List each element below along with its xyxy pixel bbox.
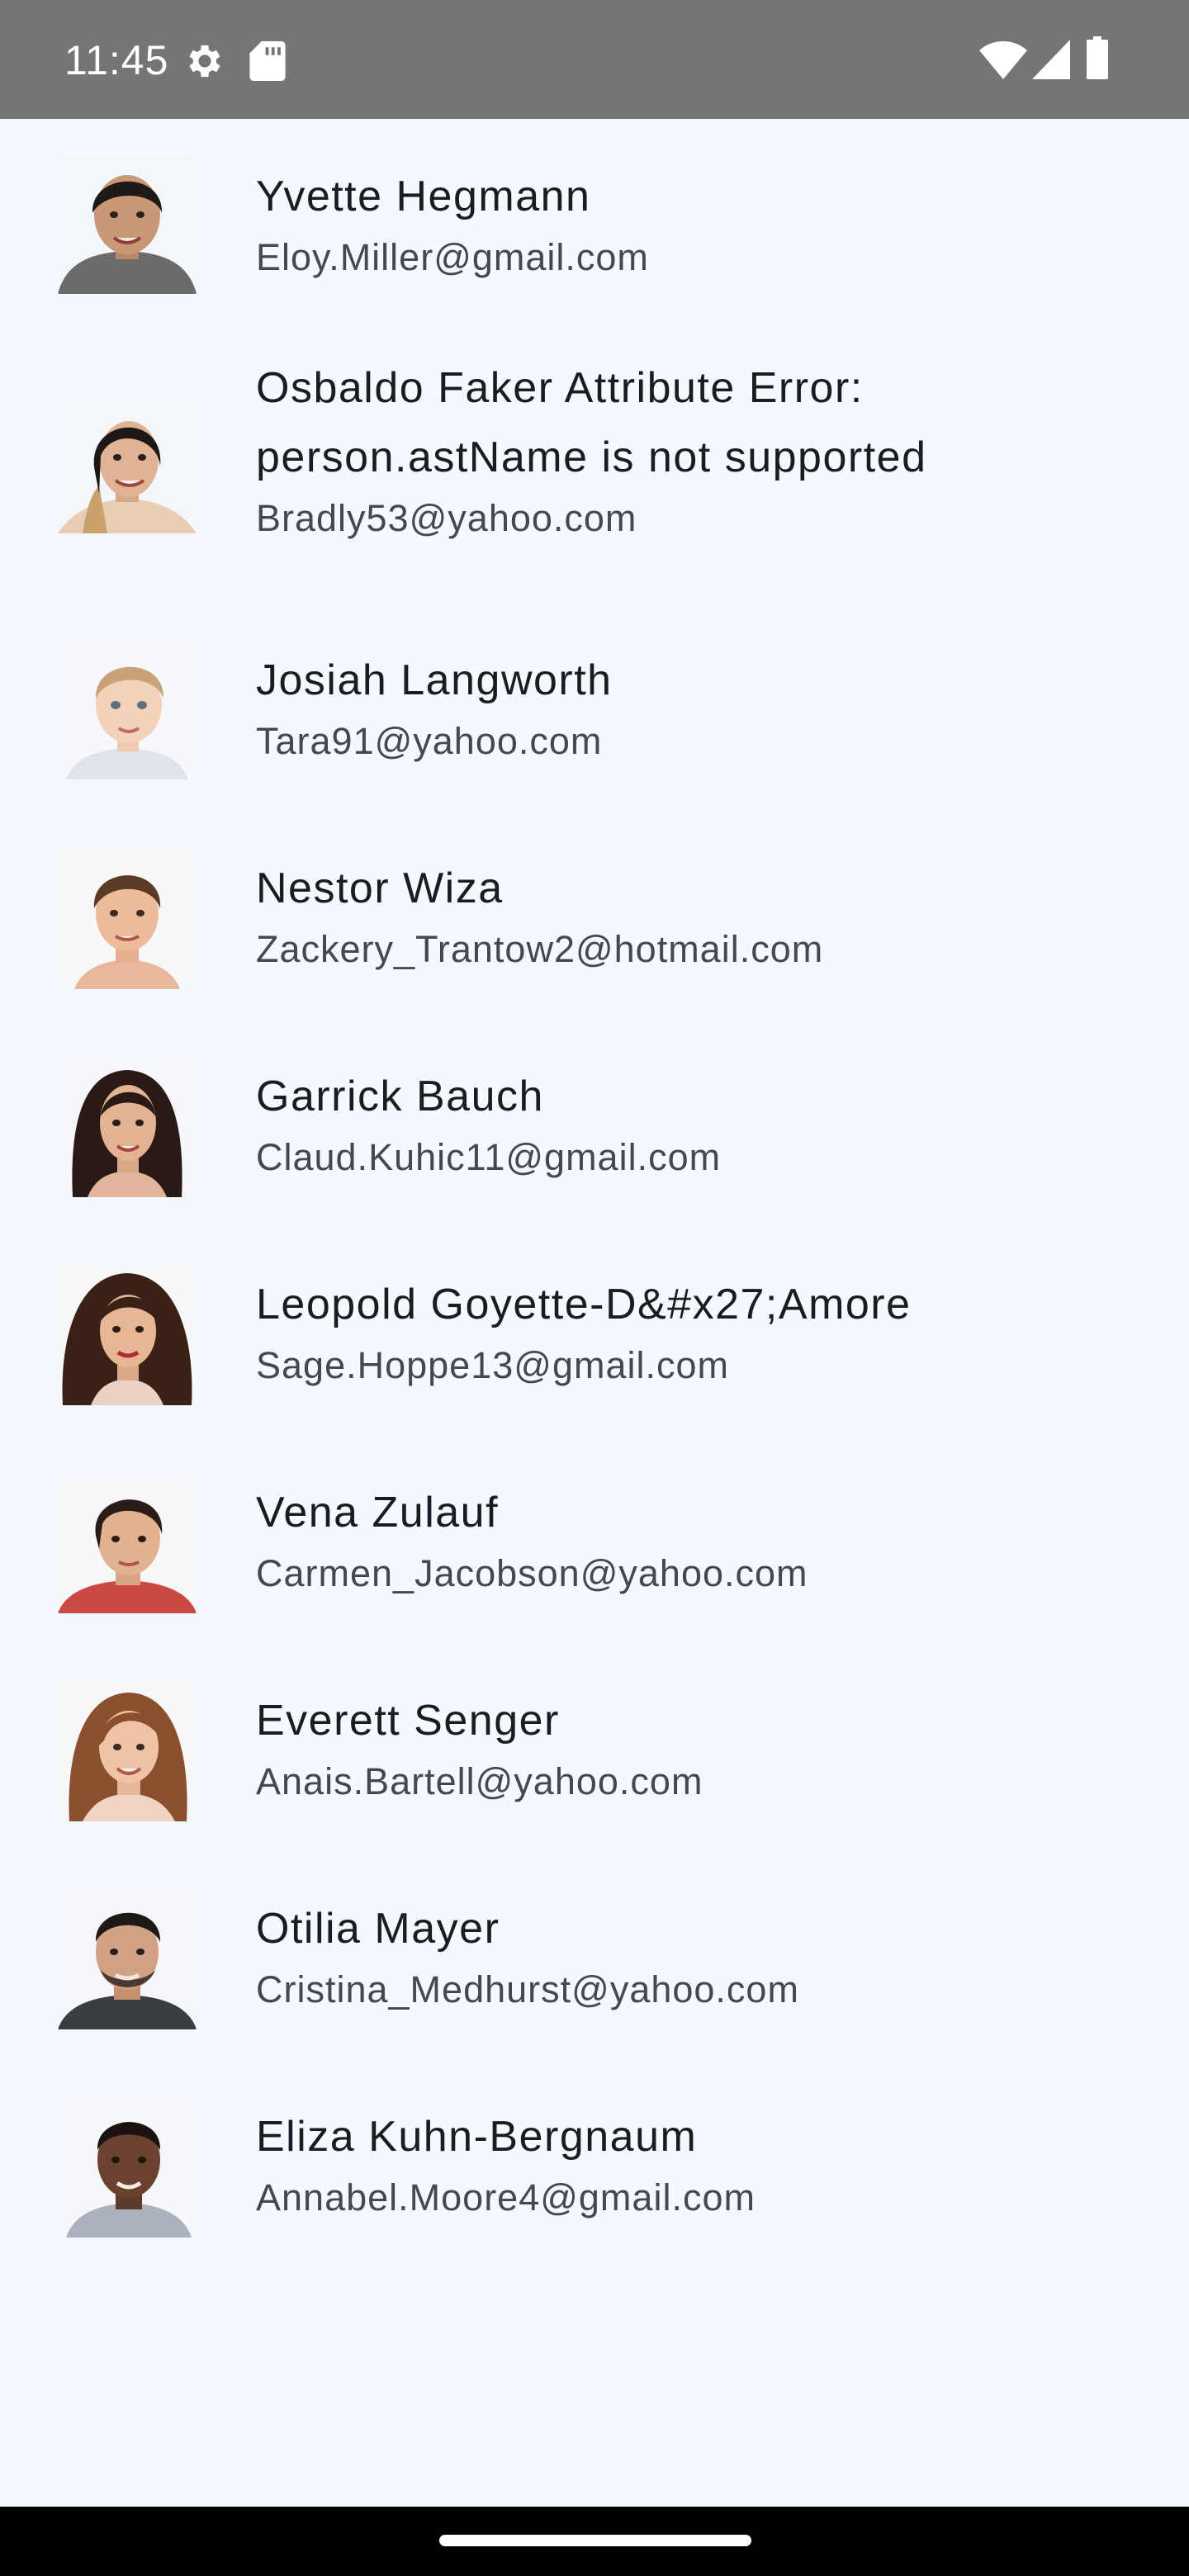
contact-email: Tara91@yahoo.com: [256, 720, 603, 762]
home-gesture-handle[interactable]: [439, 2535, 751, 2546]
contact-email: Sage.Hoppe13@gmail.com: [256, 1344, 729, 1386]
contact-list-item[interactable]: Leopold Goyette-D&#x27;Amore Sage.Hoppe1…: [0, 1230, 1189, 1438]
avatar: [58, 1267, 197, 1405]
contact-email: Zackery_Trantow2@hotmail.com: [256, 928, 824, 970]
contact-list-item[interactable]: Nestor Wiza Zackery_Trantow2@hotmail.com: [0, 814, 1189, 1022]
contact-list-item[interactable]: Otilia Mayer Cristina_Medhurst@yahoo.com: [0, 1854, 1189, 2062]
contact-name: Nestor Wiza: [256, 864, 504, 912]
wifi-icon: [979, 41, 1027, 79]
avatar: [58, 1891, 197, 2029]
battery-icon: [1087, 36, 1108, 79]
settings-gear-icon: [189, 45, 220, 78]
contact-email: Bradly53@yahoo.com: [256, 497, 637, 539]
contact-email: Cristina_Medhurst@yahoo.com: [256, 1968, 799, 2010]
contact-list-item[interactable]: Eliza Kuhn-Bergnaum Annabel.Moore4@gmail…: [0, 2062, 1189, 2271]
contact-email: Carmen_Jacobson@yahoo.com: [256, 1552, 808, 1594]
cell-signal-icon: [1032, 40, 1070, 79]
contact-name: Eliza Kuhn-Bergnaum: [256, 2113, 698, 2161]
status-time: 11:45: [64, 37, 169, 83]
avatar: [58, 2099, 197, 2237]
avatar: [58, 1475, 197, 1613]
avatar: [58, 641, 197, 779]
contact-name: Josiah Langworth: [256, 656, 613, 704]
sd-card-icon: [249, 41, 286, 81]
contact-name: Yvette Hegmann: [256, 173, 591, 220]
contact-email: Eloy.Miller@gmail.com: [256, 236, 649, 278]
contact-name: Vena Zulauf: [256, 1489, 500, 1537]
contact-name: Leopold Goyette-D&#x27;Amore: [256, 1281, 912, 1328]
contact-list-item[interactable]: Josiah Langworth Tara91@yahoo.com: [0, 606, 1189, 814]
avatar: [58, 1683, 197, 1821]
contact-list-item[interactable]: Yvette Hegmann Eloy.Miller@gmail.com: [0, 119, 1189, 325]
avatar: [58, 395, 197, 533]
system-navigation-bar: [0, 2507, 1189, 2576]
contact-list-item[interactable]: Everett Senger Anais.Bartell@yahoo.com: [0, 1646, 1189, 1854]
contact-email: Anais.Bartell@yahoo.com: [256, 1760, 703, 1802]
contact-list-item[interactable]: Osbaldo Faker Attribute Error: person.as…: [0, 325, 1189, 606]
avatar: [58, 155, 197, 294]
status-bar: 11:45: [0, 0, 1189, 119]
contact-name: Otilia Mayer: [256, 1905, 500, 1953]
contact-email: Claud.Kuhic11@gmail.com: [256, 1136, 722, 1178]
avatar: [58, 1058, 197, 1197]
avatar: [58, 850, 197, 989]
contact-name: Osbaldo Faker Attribute Error: person.as…: [256, 364, 927, 481]
contact-name: Everett Senger: [256, 1697, 560, 1745]
contact-list-item[interactable]: Garrick Bauch Claud.Kuhic11@gmail.com: [0, 1022, 1189, 1230]
contact-name: Garrick Bauch: [256, 1073, 544, 1120]
contact-list-item[interactable]: Vena Zulauf Carmen_Jacobson@yahoo.com: [0, 1438, 1189, 1646]
contact-email: Annabel.Moore4@gmail.com: [256, 2176, 756, 2218]
